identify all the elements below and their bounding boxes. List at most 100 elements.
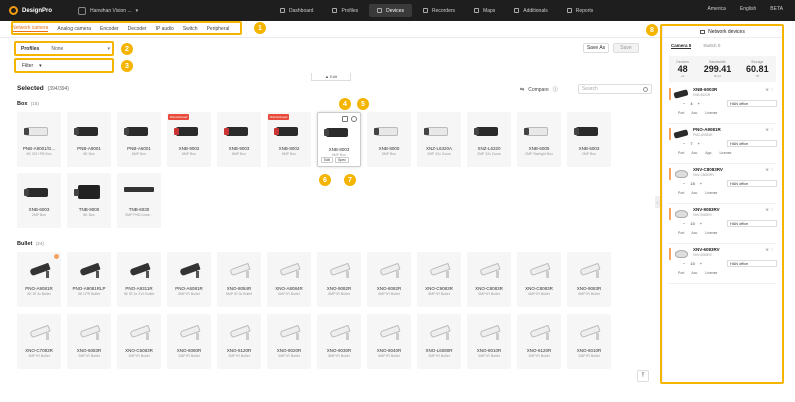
camera-card[interactable]: PNO-A6081R 6MP IR Bullet <box>167 252 211 307</box>
camera-image <box>474 262 504 278</box>
camera-card[interactable]: XNO-6080R 2MP IR Bullet <box>167 314 211 369</box>
camera-card[interactable]: XNO-6120R 2MP IR Bullet <box>217 314 261 369</box>
nav-profiles[interactable]: Profiles <box>324 4 366 17</box>
camera-card[interactable]: XNB-6005 2MP Starlight Box <box>517 112 561 167</box>
camera-desc: 2MP IR Bullet <box>178 354 200 358</box>
camera-card[interactable]: XNZ-L6320A 2MP 32x Zoom <box>417 112 461 167</box>
box-camera-grid-row2: XNB-6003 2MP Box TNB-9000 8K Box TNB-6030 2MP… <box>17 173 611 228</box>
nav-reports[interactable]: Reports <box>559 4 602 17</box>
camera-desc: 6MP IR Bullet <box>178 292 200 296</box>
wifi-icon[interactable] <box>342 116 348 122</box>
camera-lens <box>124 128 129 135</box>
nav-devices[interactable]: Devices <box>369 4 412 17</box>
camera-card[interactable]: XNO-C7083R 4MP IR Bullet <box>17 314 61 369</box>
card-buttons: Edit Spec <box>321 157 350 163</box>
camera-mount <box>446 333 449 340</box>
search-input[interactable]: Search <box>578 84 652 94</box>
camera-card[interactable]: XNO-C9083R 8MP IR Bullet <box>417 252 461 307</box>
camera-model: XNB-8003 <box>328 147 350 152</box>
camera-mount <box>396 271 399 278</box>
camera-card[interactable]: Discontinued XNB-8002 6MP Box <box>267 112 311 167</box>
compare-icon[interactable] <box>351 116 357 122</box>
spec-button[interactable]: Spec <box>335 157 350 163</box>
camera-model: XNB-8002 <box>278 146 300 151</box>
save-as-button[interactable]: Save As <box>583 43 609 53</box>
camera-card[interactable]: XNZ-L6320 2MP 32x Zoom <box>467 112 511 167</box>
camera-mount <box>446 271 449 278</box>
camera-card[interactable]: XNO-6120R 2MP IR Bullet <box>517 314 561 369</box>
save-button[interactable]: Save <box>613 43 639 53</box>
camera-card[interactable]: XNO-L6080R 2MP IR Bullet <box>417 314 461 369</box>
camera-mount <box>246 271 249 278</box>
camera-model: PNO-A6081R <box>175 286 203 291</box>
scroll-top-button[interactable]: ⤒ <box>637 370 649 382</box>
camera-desc: 6MP Box <box>281 152 297 156</box>
callout-3: 3 <box>121 60 133 72</box>
camera-card[interactable]: PNO-A9311R 8K IR 3x 31X Bullet <box>117 252 161 307</box>
edit-toggle-tab[interactable]: ▲ Edit <box>311 73 351 81</box>
camera-card[interactable]: XNB-8003 6MP Box Edit Spec <box>317 112 361 167</box>
nav-dashboard[interactable]: Dashboard <box>272 4 321 17</box>
camera-card[interactable]: XNO-6010R 2MP IR Bullet <box>567 314 611 369</box>
selected-label: Selected <box>17 85 44 92</box>
camera-card[interactable]: XNB-6003 2MP Box <box>17 173 61 228</box>
camera-card[interactable]: TNB-9000 8K Box <box>67 173 111 228</box>
project-selector[interactable]: Hanwhan Vision ... ▾ <box>78 6 138 15</box>
camera-desc: 8K IR 3x Bullet <box>27 292 51 296</box>
camera-body <box>476 127 498 136</box>
compare-icon: ⇆ <box>520 86 525 93</box>
camera-card[interactable]: XNO-C6083R 2MP IR Bullet <box>117 314 161 369</box>
box-camera-grid: PNB-A9001/G... 8K 3CH PB Box PNB-A9001 8K B… <box>17 112 611 167</box>
section-box-count: (15) <box>30 101 39 106</box>
camera-card[interactable]: XNO-8010R 6MP IR Bullet <box>467 314 511 369</box>
nav-recorders[interactable]: Recorders <box>415 4 463 17</box>
camera-card[interactable]: XNO-8040R 6MP IR Bullet <box>367 314 411 369</box>
camera-card[interactable]: XNO-8020R 6MP IR Bullet <box>267 314 311 369</box>
nav-icon <box>566 8 572 13</box>
camera-card[interactable]: XNO-C8083R 6MP IR Bullet <box>467 252 511 307</box>
camera-card[interactable]: TNB-6030 2MP FHD Lowe... <box>117 173 161 228</box>
camera-image <box>524 324 554 340</box>
camera-model: XNB-6003 <box>578 146 600 151</box>
camera-image <box>174 324 204 340</box>
camera-card[interactable]: PNB-A6001 6MP Box <box>117 112 161 167</box>
camera-image <box>274 124 304 138</box>
camera-card[interactable]: XNB-8000 5MP Box <box>367 112 411 167</box>
camera-card[interactable]: XNO-8082R 6MP IR Bullet <box>367 252 411 307</box>
camera-desc: 8K 3CH PB Box <box>26 152 52 156</box>
camera-card[interactable]: PNB-A9001 8K Box <box>67 112 111 167</box>
camera-desc: 4MP IR Bullet <box>28 354 50 358</box>
camera-card[interactable]: PNO-A9081RLP 8K LPR Bullet <box>67 252 111 307</box>
camera-card[interactable]: XNO-A8084R 6MP IR Bullet <box>267 252 311 307</box>
callout-1: 1 <box>254 22 266 34</box>
camera-model: PNB-A9001 <box>77 146 101 151</box>
camera-mount <box>46 271 49 278</box>
camera-model: XNO-8020R <box>276 348 302 353</box>
camera-card[interactable]: XNB-9003 8MP Box <box>217 112 261 167</box>
camera-card[interactable]: XNO-9030R 8MP IR Bullet <box>317 314 361 369</box>
nav-additionals[interactable]: Additionals <box>506 4 555 17</box>
user-badge[interactable]: BETA <box>770 6 783 12</box>
compare-control[interactable]: ⇆ Compare ⓘ <box>520 86 558 94</box>
language-selector[interactable]: English <box>740 6 756 12</box>
camera-lens <box>274 128 279 135</box>
camera-card[interactable]: XNO-8084R 6MP IR 3x Bullet <box>217 252 261 307</box>
camera-body <box>376 127 398 136</box>
camera-card[interactable]: XNO-9082R 8MP IR Bullet <box>317 252 361 307</box>
camera-card[interactable]: XNO-6083R 2MP IR Bullet <box>67 314 111 369</box>
camera-model: XNO-8040R <box>376 348 402 353</box>
camera-card[interactable]: PNB-A9001/G... 8K 3CH PB Box <box>17 112 61 167</box>
camera-card[interactable]: XNB-6003 2MP Box <box>567 112 611 167</box>
nav-maps[interactable]: Maps <box>466 4 503 17</box>
camera-image <box>374 324 404 340</box>
camera-card[interactable]: XNO-C8083R 6MP IR Bullet <box>517 252 561 307</box>
edit-button[interactable]: Edit <box>321 157 334 163</box>
camera-card[interactable]: XNO-9083R 8MP IR Bullet <box>567 252 611 307</box>
app-logo[interactable]: DesignPro <box>9 6 52 15</box>
camera-card[interactable]: Discontinued XNB-9002 8MP Box <box>167 112 211 167</box>
camera-image <box>124 262 154 278</box>
nav-label: Devices <box>386 7 404 14</box>
region-selector[interactable]: America <box>708 6 726 12</box>
camera-card[interactable]: PNO-A9081R 8K IR 3x Bullet <box>17 252 61 307</box>
camera-model: XNO-9083R <box>576 286 602 291</box>
